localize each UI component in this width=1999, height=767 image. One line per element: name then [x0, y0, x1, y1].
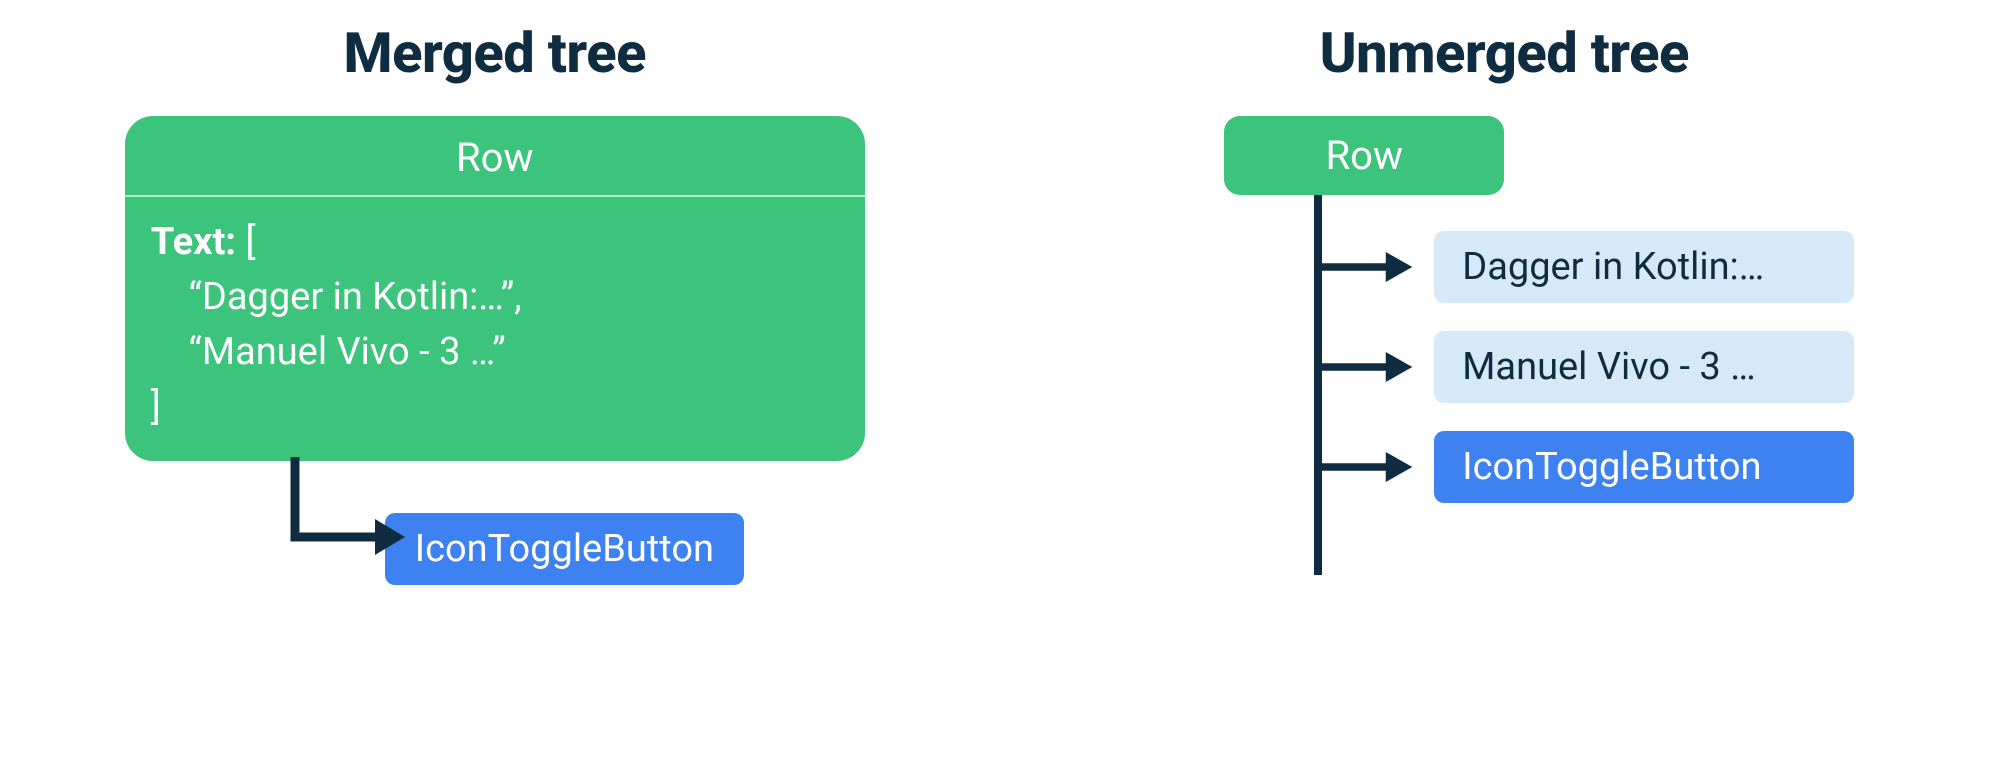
- icon-toggle-button-node: IconToggleButton: [1434, 431, 1854, 503]
- text-bracket-open: [: [236, 220, 256, 264]
- unmerged-children-group: Dagger in Kotlin:… Manuel Vivo - 3 …: [1124, 195, 1884, 503]
- diagram-container: Merged tree Row Text: [ “Dagger in Kotli…: [0, 0, 1999, 767]
- arrow-down-right-icon: [125, 461, 385, 581]
- unmerged-child-1: Dagger in Kotlin:…: [1434, 231, 1854, 303]
- text-bracket-close: ]: [151, 385, 161, 429]
- arrow-right-icon: [1316, 445, 1414, 489]
- merged-child-node: IconToggleButton: [385, 513, 744, 585]
- merged-root-node: Row Text: [ “Dagger in Kotlin:…”, “Manue…: [125, 116, 865, 461]
- tree-vertical-line-icon: [1314, 195, 1322, 575]
- merged-text-content: Text: [ “Dagger in Kotlin:…”, “Manuel Vi…: [125, 197, 865, 461]
- unmerged-title: Unmerged tree: [1320, 20, 1689, 86]
- arrow-right-icon: [1316, 245, 1414, 289]
- unmerged-root-node: Row: [1224, 116, 1504, 195]
- unmerged-tree: Row Dagger in Kotlin:…: [1124, 116, 1884, 503]
- merged-title: Merged tree: [344, 20, 646, 86]
- arrow-right-icon: [1316, 345, 1414, 389]
- merged-tree-column: Merged tree Row Text: [ “Dagger in Kotli…: [60, 20, 930, 747]
- merged-root-label: Row: [125, 116, 865, 197]
- text-line-1: “Dagger in Kotlin:…”,: [151, 275, 522, 319]
- text-prop-label: Text:: [151, 220, 236, 264]
- merged-child-connector: IconToggleButton: [125, 461, 865, 585]
- unmerged-child-2: Manuel Vivo - 3 …: [1434, 331, 1854, 403]
- text-node-1: Dagger in Kotlin:…: [1434, 231, 1854, 303]
- unmerged-child-list: Dagger in Kotlin:… Manuel Vivo - 3 …: [1434, 231, 1854, 503]
- unmerged-child-3: IconToggleButton: [1434, 431, 1854, 503]
- text-node-2: Manuel Vivo - 3 …: [1434, 331, 1854, 403]
- unmerged-tree-column: Unmerged tree Row Dagger in Kot: [1070, 20, 1940, 747]
- text-line-2: “Manuel Vivo - 3 …”: [151, 330, 506, 374]
